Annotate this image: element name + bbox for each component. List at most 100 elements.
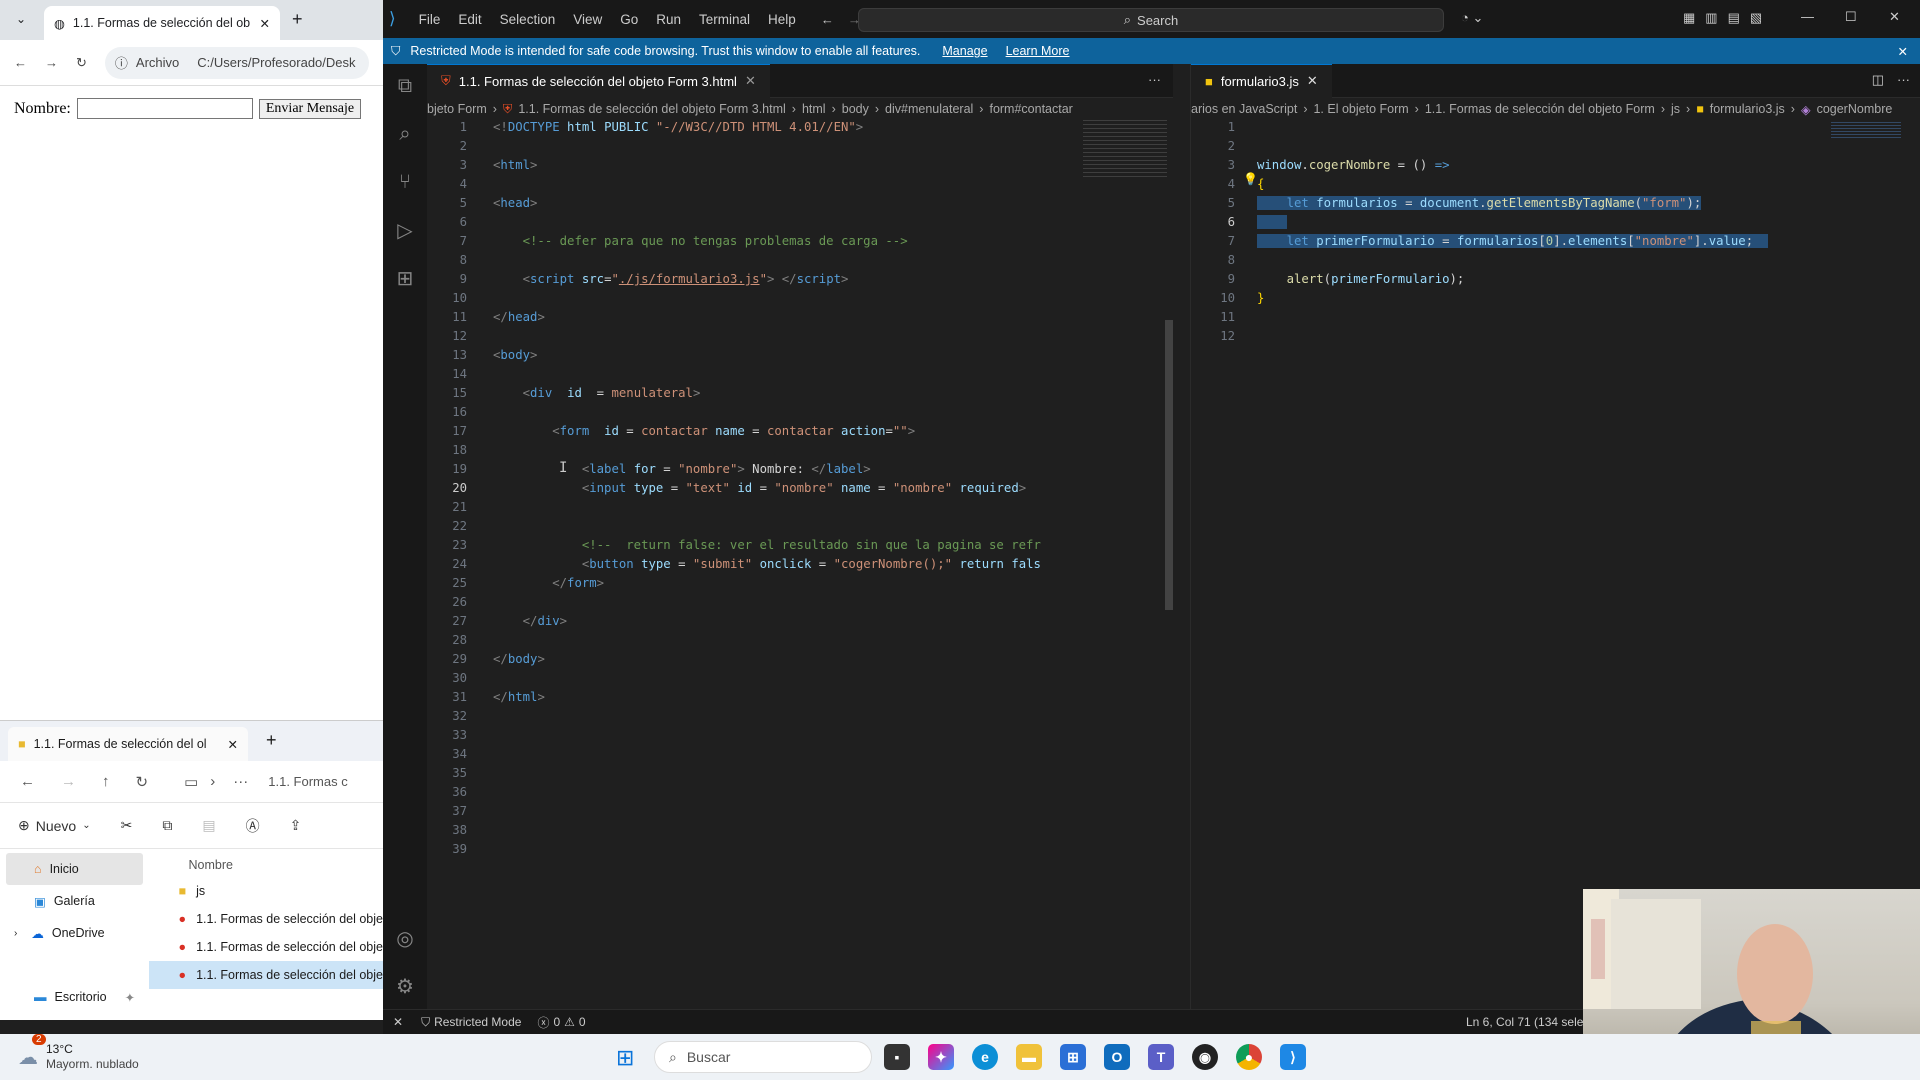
browser-tab[interactable]: ◍ 1.1. Formas de selección del ob ✕	[44, 6, 280, 40]
copilot-icon[interactable]: ◔ ⌄	[1461, 10, 1483, 26]
learn-more-link[interactable]: Learn More	[1006, 44, 1070, 58]
crumb[interactable]: js	[1671, 102, 1680, 116]
expand-icon[interactable]: ›	[14, 928, 17, 939]
close-tab-icon[interactable]: ✕	[228, 737, 238, 752]
edge-icon[interactable]: e	[972, 1044, 998, 1070]
chrome-icon[interactable]: ●	[1236, 1044, 1262, 1070]
monitor-icon[interactable]: ▭	[184, 773, 198, 791]
code-editor-html[interactable]: I 1 <!DOCTYPE html PUBLIC "-//W3C//DTD HT…	[427, 120, 1173, 1000]
new-tab-icon[interactable]: +	[266, 730, 277, 751]
explorer-tab[interactable]: ■ 1.1. Formas de selección del ol ✕	[8, 727, 248, 761]
remote-icon[interactable]: ✕	[383, 1015, 413, 1029]
cut-icon[interactable]: ✂	[121, 817, 133, 834]
menu-run[interactable]: Run	[647, 12, 690, 27]
explorer-breadcrumb[interactable]: 1.1. Formas c	[268, 774, 347, 789]
task-view-icon[interactable]: ▪	[884, 1044, 910, 1070]
tab-search-icon[interactable]: ⌄	[16, 12, 26, 26]
copy-icon[interactable]: ⧉	[162, 817, 172, 834]
store-icon[interactable]: ⊞	[1060, 1044, 1086, 1070]
forward-icon[interactable]: →	[61, 773, 76, 790]
enviar-button[interactable]: Enviar Mensaje	[258, 98, 362, 119]
extensions-icon[interactable]: ⊞	[393, 266, 417, 290]
command-center-search[interactable]: ⌕ Search	[858, 8, 1444, 32]
crumb[interactable]: form#contactar	[989, 102, 1072, 116]
settings-gear-icon[interactable]: ⚙	[393, 974, 417, 998]
scrollbar-vertical[interactable]	[1165, 320, 1173, 610]
file-explorer-icon[interactable]: ▬	[1016, 1044, 1042, 1070]
list-item-selected[interactable]: ● 1.1. Formas de selección del obje	[148, 961, 383, 989]
reload-icon[interactable]: ↻	[76, 55, 87, 71]
sidebar-item-onedrive[interactable]: › ☁ OneDrive	[0, 917, 149, 949]
refresh-icon[interactable]: ↻	[136, 773, 149, 791]
menu-help[interactable]: Help	[759, 12, 805, 27]
close-tab-icon[interactable]: ✕	[1307, 73, 1318, 89]
crumb[interactable]: arios en JavaScript	[1191, 102, 1297, 116]
close-tab-icon[interactable]: ✕	[260, 16, 270, 31]
rename-icon[interactable]: Ⓐ	[246, 816, 260, 836]
menu-terminal[interactable]: Terminal	[690, 12, 759, 27]
run-debug-icon[interactable]: ▷	[393, 218, 417, 242]
nav-back-icon[interactable]: ←	[821, 12, 834, 27]
tab-html-file[interactable]: ⛨ 1.1. Formas de selección del objeto For…	[427, 63, 770, 98]
code-editor-js[interactable]: 💡 1 2 3 window.cogerNombre = () => 4{5 let f…	[1191, 120, 1920, 1000]
split-editor-icon[interactable]: ◫	[1872, 72, 1884, 88]
problems-indicator[interactable]: ⓧ 0 ⚠ 0	[529, 1014, 593, 1031]
vscode-icon[interactable]: ⟩	[1280, 1044, 1306, 1070]
forward-icon[interactable]: →	[45, 55, 58, 70]
crumb[interactable]: div#menulateral	[885, 102, 973, 116]
crumb[interactable]: body	[842, 102, 869, 116]
menu-edit[interactable]: Edit	[449, 12, 490, 27]
column-header-nombre[interactable]: Nombre	[149, 853, 383, 877]
manage-link[interactable]: Manage	[942, 44, 987, 58]
close-banner-icon[interactable]: ✕	[1898, 44, 1908, 59]
sidebar-item-galeria[interactable]: ▣ Galería	[0, 885, 149, 917]
copilot-icon[interactable]: ✦	[928, 1044, 954, 1070]
explorer-icon[interactable]: ⧉	[393, 74, 417, 98]
back-icon[interactable]: ←	[14, 55, 27, 70]
lightbulb-icon[interactable]: 💡	[1243, 172, 1258, 186]
sidebar-item-escritorio[interactable]: ▬ Escritorio ✦	[0, 981, 149, 1013]
menu-go[interactable]: Go	[611, 12, 647, 27]
search-icon[interactable]: ⌕	[393, 122, 417, 146]
restricted-mode-indicator[interactable]: ⛉ Restricted Mode	[413, 1015, 529, 1030]
new-button[interactable]: ⊕ Nuevo ⌄	[18, 817, 91, 834]
paste-icon[interactable]: ▤	[202, 817, 215, 834]
crumb[interactable]: 1. El objeto Form	[1313, 102, 1408, 116]
teams-icon[interactable]: T	[1148, 1044, 1174, 1070]
list-item[interactable]: ■ js	[149, 877, 383, 905]
cursor-position[interactable]: Ln 6, Col 71 (134 selec	[1466, 1015, 1589, 1029]
share-icon[interactable]: ⇪	[290, 817, 302, 834]
start-icon[interactable]: ⊞	[616, 1045, 634, 1071]
back-icon[interactable]: ←	[20, 773, 35, 790]
crumb[interactable]: bjeto Form	[427, 102, 487, 116]
menu-file[interactable]: File	[410, 12, 450, 27]
crumb[interactable]: cogerNombre	[1817, 102, 1893, 116]
list-item[interactable]: ● 1.1. Formas de selección del obje	[149, 905, 383, 933]
menu-view[interactable]: View	[564, 12, 611, 27]
menu-selection[interactable]: Selection	[491, 12, 565, 27]
outlook-icon[interactable]: O	[1104, 1044, 1130, 1070]
more-actions-icon[interactable]: ···	[1148, 72, 1161, 87]
new-tab-icon[interactable]: +	[292, 9, 303, 30]
crumb[interactable]: 1.1. Formas de selección del objeto Form	[1425, 102, 1655, 116]
crumb[interactable]: html	[802, 102, 826, 116]
crumb[interactable]: formulario3.js	[1710, 102, 1785, 116]
sidebar-item-inicio[interactable]: ⌂ Inicio	[6, 853, 143, 885]
maximize-icon[interactable]: ☐	[1845, 9, 1857, 25]
close-tab-icon[interactable]: ✕	[745, 73, 756, 89]
nombre-input[interactable]	[76, 98, 253, 119]
account-icon[interactable]: ◎	[393, 926, 417, 950]
address-bar[interactable]: ⓘ Archivo C:/Users/Profesorado/Desk	[104, 46, 369, 79]
close-window-icon[interactable]: ✕	[1889, 9, 1900, 25]
crumb[interactable]: 1.1. Formas de selección del objeto Form…	[518, 102, 785, 116]
up-icon[interactable]: ↑	[102, 773, 110, 790]
layout-icons[interactable]: ▦▥▤▧	[1683, 10, 1772, 26]
more-actions-icon[interactable]: ···	[1897, 72, 1910, 87]
more-icon[interactable]: ···	[233, 773, 248, 790]
obs-icon[interactable]: ◉	[1192, 1044, 1218, 1070]
list-item[interactable]: ● 1.1. Formas de selección del obje	[149, 933, 383, 961]
minimize-icon[interactable]: —	[1801, 9, 1814, 24]
taskbar-search[interactable]: ⌕ Buscar	[654, 1041, 872, 1073]
tab-js-file[interactable]: ■ formulario3.js ✕	[1191, 63, 1332, 98]
source-control-icon[interactable]: ⑂	[393, 170, 417, 194]
